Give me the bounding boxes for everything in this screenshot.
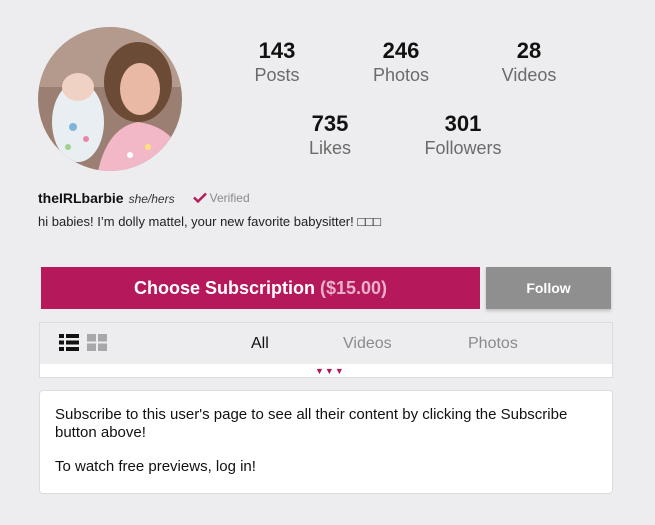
chevron-down-icon[interactable]: ▼▼▼	[315, 366, 345, 376]
stat-photos-label: Photos	[372, 65, 430, 85]
choose-subscription-button[interactable]: Choose Subscription ($15.00)	[41, 267, 480, 309]
stat-videos-label: Videos	[501, 65, 557, 85]
stat-posts[interactable]: 143 Posts	[217, 38, 337, 86]
stat-videos[interactable]: 28 Videos	[469, 38, 589, 86]
notice-login-text: To watch free previews, log in!	[55, 458, 256, 475]
grid-view-icon[interactable]	[87, 334, 107, 351]
stat-likes-value: 735	[311, 111, 349, 136]
tab-photos[interactable]: Photos	[468, 335, 518, 353]
list-view-icon[interactable]	[59, 334, 79, 351]
subscribe-label: Choose Subscription	[133, 277, 315, 298]
tab-videos[interactable]: Videos	[343, 335, 392, 353]
stat-posts-value: 143	[258, 38, 296, 63]
verified-label: Verified	[209, 190, 250, 205]
stat-followers-label: Followers	[424, 138, 502, 158]
stat-videos-value: 28	[516, 38, 542, 63]
check-icon	[192, 192, 207, 203]
subscribe-notice: Subscribe to this user's page to see all…	[39, 390, 613, 494]
pronouns: she/hers	[128, 192, 175, 206]
profile-identity: theIRLbarbie she/hers Verified	[38, 190, 250, 206]
stat-followers: 301 Followers	[403, 111, 523, 159]
verified-badge: Verified	[192, 190, 250, 205]
stat-posts-label: Posts	[254, 65, 300, 85]
stat-photos-value: 246	[382, 38, 420, 63]
stat-followers-value: 301	[444, 111, 482, 136]
profile-bio: hi babies! I’m dolly mattel, your new fa…	[38, 214, 381, 229]
stat-photos[interactable]: 246 Photos	[341, 38, 461, 86]
username: theIRLbarbie	[38, 190, 124, 206]
notice-subscribe-text: Subscribe to this user's page to see all…	[55, 406, 568, 441]
subscribe-price: ($15.00)	[319, 277, 388, 298]
follow-button[interactable]: Follow	[486, 267, 611, 309]
tab-all[interactable]: All	[251, 335, 269, 353]
content-tabbar: All Videos Photos ▼▼▼	[39, 322, 613, 378]
avatar-photo	[38, 27, 182, 171]
stat-likes: 735 Likes	[270, 111, 390, 159]
profile-avatar[interactable]	[38, 27, 182, 171]
stat-likes-label: Likes	[308, 138, 352, 158]
